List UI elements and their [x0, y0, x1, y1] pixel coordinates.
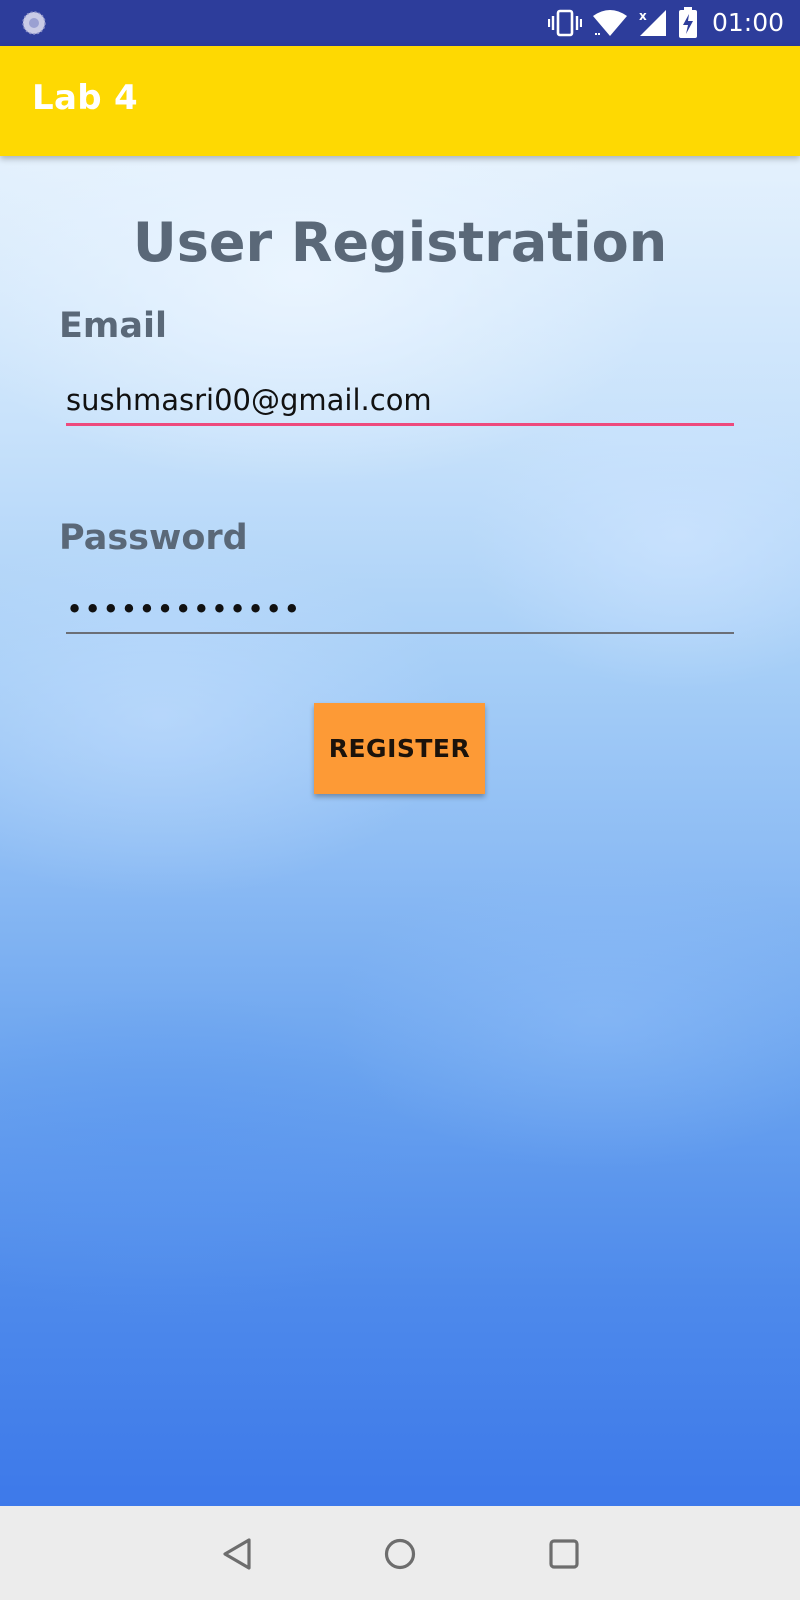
navigation-bar — [0, 1506, 800, 1600]
password-label: Password — [59, 518, 248, 558]
battery-charging-icon — [678, 7, 697, 38]
svg-text:x: x — [639, 9, 647, 23]
recents-icon — [549, 1539, 579, 1569]
status-bar: x 01:00 — [0, 0, 800, 46]
home-icon — [384, 1538, 416, 1570]
back-button[interactable] — [211, 1528, 263, 1580]
registration-content: User Registration Email Password REGISTE… — [0, 156, 800, 1506]
vibrate-icon — [547, 9, 582, 37]
signal-no-data-icon: x — [639, 9, 666, 36]
page-title: User Registration — [132, 211, 668, 274]
app-notification-icon — [22, 11, 46, 35]
phone-screen: x 01:00 Lab 4 User Registration Email Pa… — [0, 0, 800, 1600]
app-title: Lab 4 — [32, 78, 138, 118]
password-field[interactable] — [66, 586, 734, 634]
recents-button[interactable] — [538, 1528, 590, 1580]
app-bar: Lab 4 — [0, 46, 800, 156]
home-button[interactable] — [374, 1528, 426, 1580]
status-time: 01:00 — [711, 8, 784, 37]
email-field[interactable] — [66, 377, 734, 426]
back-icon — [223, 1538, 251, 1570]
wifi-icon — [592, 10, 627, 36]
email-label: Email — [59, 306, 167, 346]
status-icons: x 01:00 — [547, 6, 784, 40]
register-button[interactable]: REGISTER — [314, 703, 485, 794]
